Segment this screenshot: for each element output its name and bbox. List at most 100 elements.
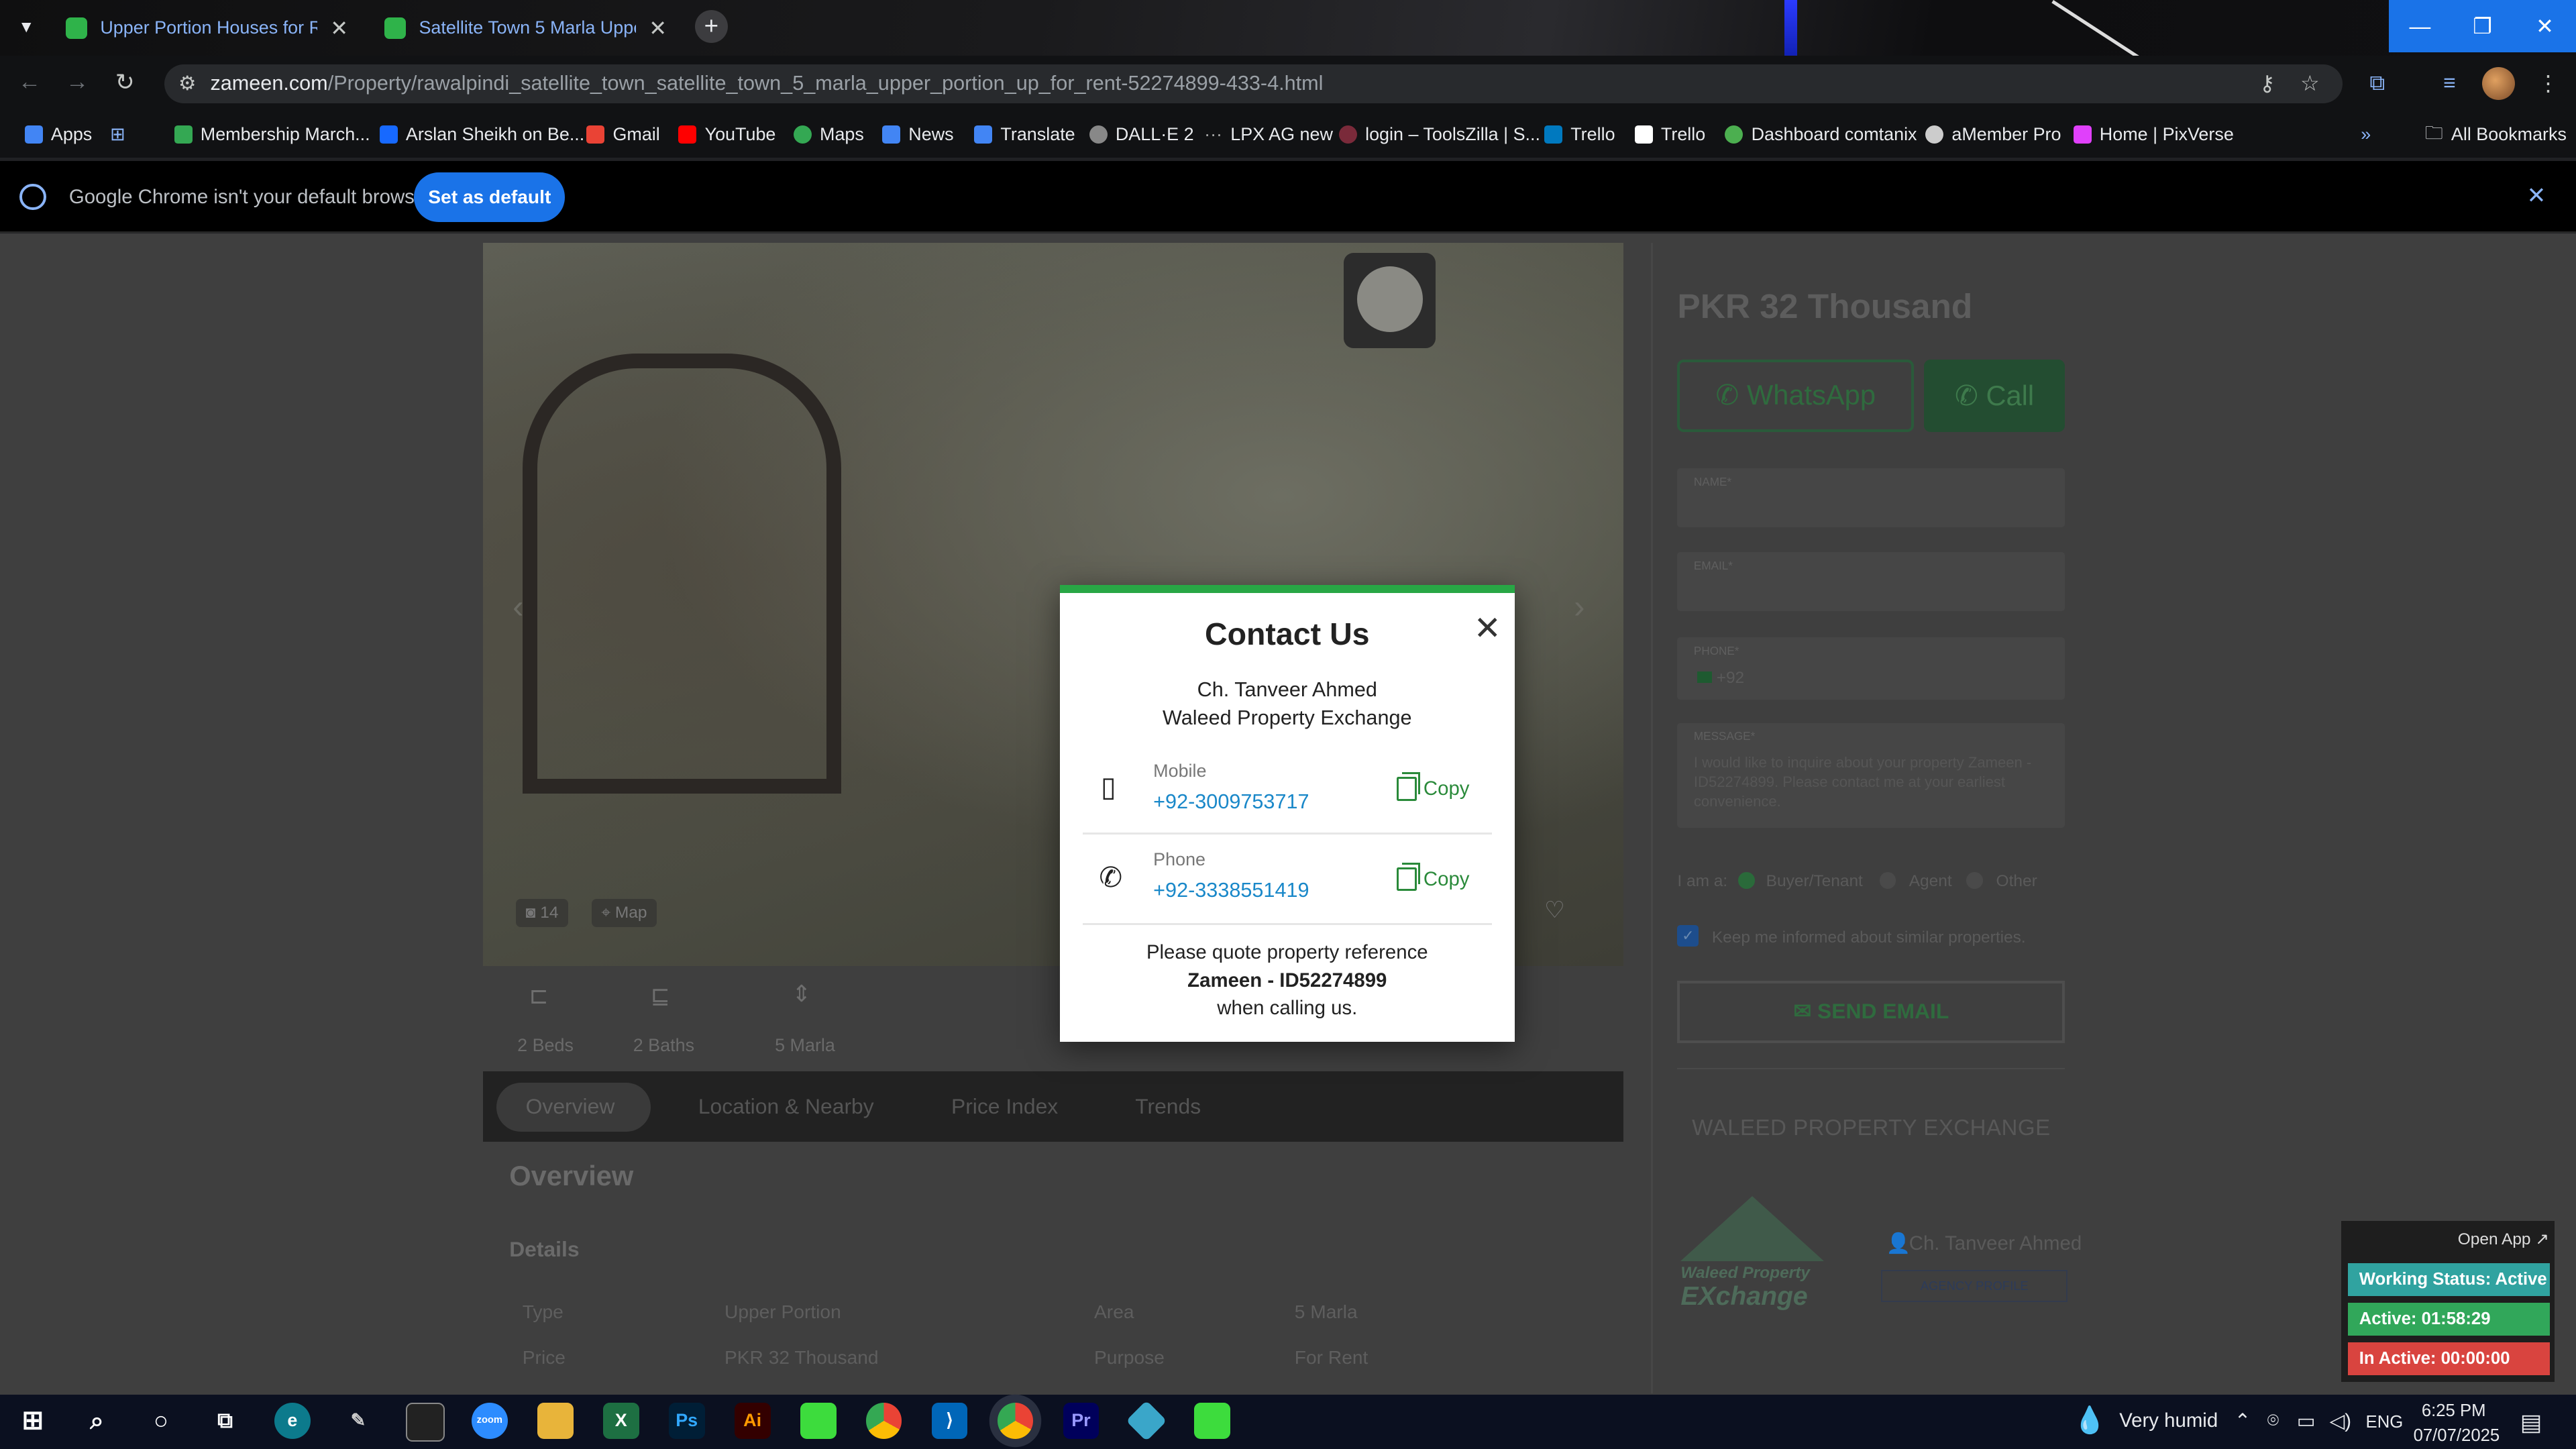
premiere-icon[interactable]: Pr <box>1063 1403 1099 1440</box>
illustrator-icon[interactable]: Ai <box>734 1403 771 1440</box>
bookmark-dashboard[interactable]: Dashboard comtanix <box>1725 121 1917 148</box>
bookmark-dalle[interactable]: DALL·E 2 <box>1089 121 1194 148</box>
pen-icon[interactable]: ✎ <box>340 1403 376 1439</box>
gallery-prev-icon[interactable]: ‹ <box>513 588 523 626</box>
bookmark-behance[interactable]: Arslan Sheikh on Be... <box>379 121 584 148</box>
photo-count-badge[interactable]: ◙ 14 <box>515 898 569 928</box>
notifications-icon[interactable]: ▤ <box>2520 1409 2542 1436</box>
bookmark-trello-1[interactable]: Trello <box>1544 121 1615 148</box>
whatsapp-button[interactable]: ✆ WhatsApp <box>1677 360 1915 433</box>
envelope-icon: ✉ <box>1793 999 1817 1024</box>
tab-upper-portion[interactable]: Upper Portion Houses for Rent ✕ <box>49 7 364 50</box>
edge-icon[interactable]: e <box>274 1403 311 1440</box>
task-view-icon[interactable]: ⧉ <box>207 1403 244 1439</box>
keep-informed-checkbox[interactable]: ✓ <box>1677 924 1699 947</box>
extensions-icon[interactable]: ⧉ <box>2363 70 2392 96</box>
divider <box>1677 1067 2065 1070</box>
terminal-icon[interactable] <box>405 1403 445 1442</box>
phone-prefix: +92 <box>1697 669 1744 688</box>
email-field[interactable] <box>1677 551 2065 612</box>
phone-number[interactable]: +92-3338551419 <box>1153 879 1309 902</box>
green-app-2-icon[interactable] <box>1194 1403 1231 1440</box>
zoom-icon[interactable]: zoom <box>471 1403 508 1440</box>
language-indicator[interactable]: ENG <box>2366 1413 2404 1432</box>
bookmark-news[interactable]: News <box>882 121 954 148</box>
name-field[interactable] <box>1677 468 2065 528</box>
back-icon[interactable]: ← <box>13 69 46 95</box>
bookmark-gmail[interactable]: Gmail <box>586 121 660 148</box>
minimize-button[interactable]: — <box>2388 0 2451 53</box>
radio-buyer[interactable] <box>1738 872 1755 889</box>
bookmark-lpx[interactable]: ··· LPX AG new <box>1204 121 1333 148</box>
menu-kebab-icon[interactable]: ⋮ <box>2533 70 2563 96</box>
radio-other[interactable] <box>1966 872 1983 889</box>
copy-mobile-button[interactable]: Copy <box>1396 772 1469 801</box>
bookmark-apps[interactable]: Apps <box>24 121 92 148</box>
bookmark-toolszilla[interactable]: login – ToolsZilla | S... <box>1338 121 1540 148</box>
modal-close-icon[interactable]: ✕ <box>1474 609 1501 647</box>
gallery-next-icon[interactable]: › <box>1574 588 1585 626</box>
tab-satellite-town[interactable]: Satellite Town 5 Marla Upper Portion ✕ <box>368 7 684 50</box>
send-email-button[interactable]: ✉ SEND EMAIL <box>1677 981 2065 1044</box>
clock-date[interactable]: 07/07/2025 <box>2414 1426 2500 1446</box>
address-bar[interactable]: ⚙ zameen.com/Property/rawalpindi_satelli… <box>164 64 2343 104</box>
youtube-icon <box>678 125 697 144</box>
mobile-number[interactable]: +92-3009753717 <box>1153 790 1309 814</box>
new-tab-button[interactable]: + <box>694 9 728 43</box>
green-app-icon[interactable] <box>800 1403 837 1440</box>
open-app-link[interactable]: Open App ↗ <box>2458 1229 2549 1249</box>
bookmarks-overflow-icon[interactable]: » <box>2361 121 2371 148</box>
show-hidden-icons-icon[interactable]: ⌃ <box>2235 1409 2251 1433</box>
volume-icon[interactable]: ◁) <box>2330 1409 2351 1433</box>
weather-text[interactable]: Very humid <box>2119 1409 2218 1432</box>
tab-close-icon[interactable]: ✕ <box>330 15 348 41</box>
map-badge[interactable]: ⌖ Map <box>591 898 657 928</box>
windows-start-icon[interactable]: ⊞ <box>15 1403 51 1439</box>
network-icon[interactable]: ▭ <box>2297 1409 2316 1433</box>
bookmark-maps[interactable]: Maps <box>793 121 864 148</box>
tab-close-icon[interactable]: ✕ <box>649 15 667 41</box>
excel-icon[interactable]: X <box>602 1403 639 1440</box>
bookmark-membership[interactable]: Membership March... <box>174 121 370 148</box>
photoshop-icon[interactable]: Ps <box>668 1403 705 1440</box>
set-as-default-button[interactable]: Set as default <box>414 172 566 222</box>
copy-phone-button[interactable]: Copy <box>1396 862 1469 892</box>
radio-agent[interactable] <box>1879 872 1896 889</box>
listing-price: PKR 32 Thousand <box>1677 286 1973 326</box>
close-window-button[interactable]: ✕ <box>2513 0 2576 53</box>
infobar-close-icon[interactable]: ✕ <box>2527 182 2546 209</box>
tab-location-nearby[interactable]: Location & Nearby <box>698 1094 874 1119</box>
call-button[interactable]: ✆ Call <box>1923 360 2065 433</box>
forward-icon[interactable]: → <box>61 69 94 95</box>
clock-time[interactable]: 6:25 PM <box>2422 1401 2486 1421</box>
reading-list-icon[interactable]: ≡ <box>2434 70 2464 95</box>
password-key-icon[interactable]: ⚷ <box>2253 70 2282 96</box>
panel-divider <box>1651 243 1653 1393</box>
file-explorer-icon[interactable] <box>537 1403 574 1440</box>
apps-grid-icon <box>24 125 43 144</box>
bookmark-youtube[interactable]: YouTube <box>678 121 775 148</box>
bookmark-trello-2[interactable]: Trello <box>1634 121 1705 148</box>
message-text: I would like to inquire about your prope… <box>1693 753 2032 810</box>
bookmark-star-icon[interactable]: ☆ <box>2295 70 2324 96</box>
favorite-heart-icon[interactable]: ♡ <box>1544 897 1565 924</box>
cortana-icon[interactable]: ○ <box>143 1403 179 1439</box>
agency-profile-button[interactable]: AGENCY PROFILE <box>1881 1270 2068 1303</box>
tab-search-icon[interactable]: ▼ <box>10 11 43 44</box>
bookmark-pixverse[interactable]: Home | PixVerse <box>2073 121 2234 148</box>
tab-price-index[interactable]: Price Index <box>951 1094 1058 1119</box>
tab-overview[interactable]: Overview <box>526 1094 615 1119</box>
maximize-button[interactable]: ❐ <box>2451 0 2514 53</box>
meet-now-icon[interactable]: ⌾ <box>2267 1409 2279 1432</box>
site-info-icon[interactable]: ⚙ <box>164 72 211 95</box>
reload-icon[interactable]: ↻ <box>109 69 142 96</box>
bookmark-grid[interactable]: ⊞ <box>110 121 125 148</box>
tab-trends[interactable]: Trends <box>1135 1094 1201 1119</box>
url-host: zameen.com <box>210 72 328 95</box>
bookmark-translate[interactable]: Translate <box>974 121 1075 148</box>
search-icon[interactable]: ⌕ <box>79 1403 115 1439</box>
bookmark-amember[interactable]: aMember Pro <box>1925 121 2061 148</box>
modal-agency-name: Waleed Property Exchange <box>1163 706 1412 729</box>
vscode-icon[interactable]: ⟩ <box>931 1403 968 1440</box>
all-bookmarks-button[interactable]: 🗀 All Bookmarks <box>2425 121 2567 148</box>
